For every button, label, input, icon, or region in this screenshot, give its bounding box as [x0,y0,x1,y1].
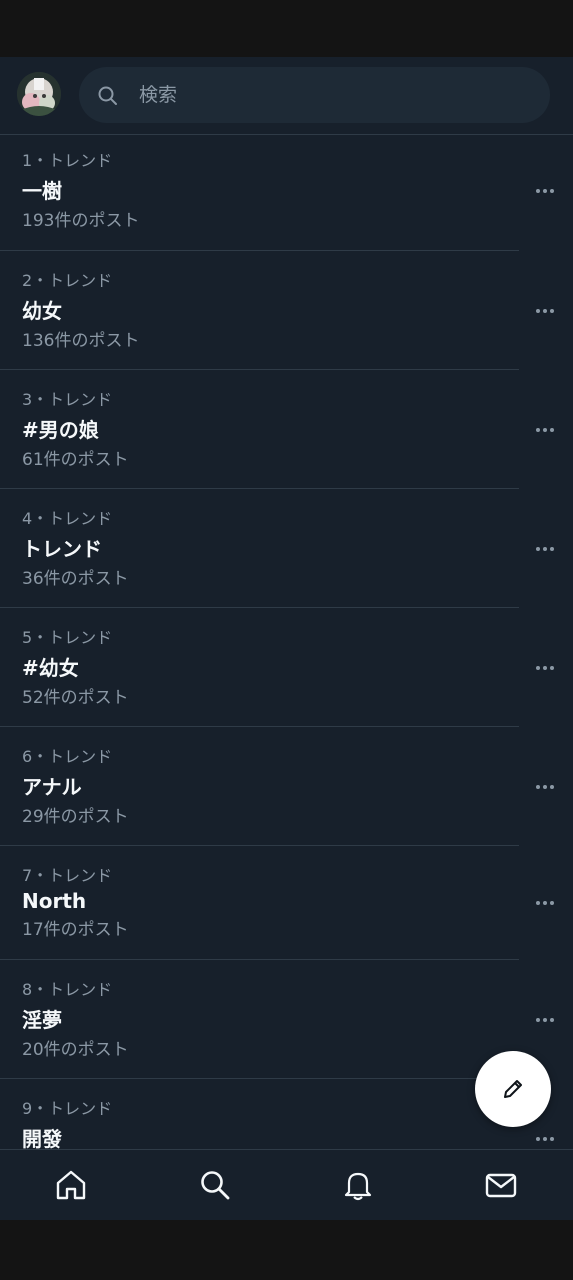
trend-post-count: 136件のポスト [22,331,140,351]
trend-name: 淫夢 [22,1008,62,1032]
trend-rank: 2・トレンド [22,271,113,290]
trend-item-5[interactable]: 5・トレンド #幼女 52件のポスト [0,608,573,727]
trend-post-count: 20件のポスト [22,1040,129,1060]
trend-name: #幼女 [22,656,79,680]
trend-item-3[interactable]: 3・トレンド #男の娘 61件のポスト [0,370,573,489]
trend-rank: 6・トレンド [22,747,113,766]
trend-rank: 7・トレンド [22,866,113,885]
more-horizontal-icon[interactable] [534,1016,556,1024]
trend-rank: 4・トレンド [22,509,113,528]
more-horizontal-icon[interactable] [534,1135,556,1143]
system-navigation-bar [0,1220,573,1280]
trend-item-6[interactable]: 6・トレンド アナル 29件のポスト [0,727,573,846]
trend-name: North [22,889,87,913]
app-screen: 検索 1・トレンド 一樹 193件のポスト 2・トレンド 幼女 136件のポスト… [0,57,573,1220]
trend-post-count: 29件のポスト [22,807,129,827]
search-input[interactable]: 検索 [79,67,550,123]
pencil-icon [504,1080,522,1098]
trend-post-count: 52件のポスト [22,688,129,708]
trend-rank: 3・トレンド [22,390,113,409]
more-horizontal-icon[interactable] [534,187,556,195]
search-icon [98,86,117,105]
trend-item-4[interactable]: 4・トレンド トレンド 36件のポスト [0,489,573,608]
trend-rank: 9・トレンド [22,1099,113,1118]
avatar-image [17,72,61,116]
trend-rank: 5・トレンド [22,628,113,647]
status-bar [0,0,573,57]
trend-rank: 8・トレンド [22,980,113,999]
trend-post-count: 17件のポスト [22,920,129,940]
top-header: 検索 [0,57,573,135]
envelope-icon[interactable] [484,1168,518,1202]
more-horizontal-icon[interactable] [534,664,556,672]
compose-button[interactable] [475,1051,551,1127]
home-icon[interactable] [54,1168,88,1202]
avatar[interactable] [17,72,61,116]
search-placeholder: 検索 [139,84,178,106]
trend-post-count: 193件のポスト [22,211,140,231]
bell-icon[interactable] [341,1168,375,1202]
trend-rank: 1・トレンド [22,151,113,170]
more-horizontal-icon[interactable] [534,426,556,434]
more-horizontal-icon[interactable] [534,545,556,553]
trend-name: #男の娘 [22,418,99,442]
trend-name: アナル [22,775,82,799]
trend-name: 一樹 [22,179,62,203]
trend-item-2[interactable]: 2・トレンド 幼女 136件のポスト [0,251,573,370]
more-horizontal-icon[interactable] [534,307,556,315]
more-horizontal-icon[interactable] [534,783,556,791]
trend-name: 幼女 [22,299,62,323]
more-horizontal-icon[interactable] [534,899,556,907]
trend-item-1[interactable]: 1・トレンド 一樹 193件のポスト [0,135,573,251]
trend-post-count: 36件のポスト [22,569,129,589]
trend-list: 1・トレンド 一樹 193件のポスト 2・トレンド 幼女 136件のポスト 3・… [0,135,573,1198]
bottom-navigation [0,1149,573,1220]
explore-search-icon[interactable] [198,1168,232,1202]
trend-name: トレンド [22,537,102,561]
trend-post-count: 61件のポスト [22,450,129,470]
trend-item-7[interactable]: 7・トレンド North 17件のポスト [0,846,573,960]
